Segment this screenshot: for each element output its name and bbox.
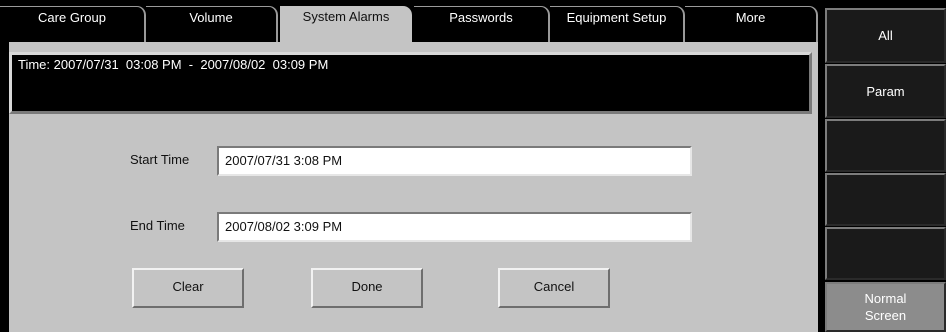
normal-screen-line1: Normal [864, 291, 907, 306]
tab-equipment-setup[interactable]: Equipment Setup [550, 6, 685, 42]
blank-side-button-2[interactable] [825, 173, 946, 226]
tab-care-group[interactable]: Care Group [0, 6, 146, 42]
done-button[interactable]: Done [311, 268, 423, 308]
start-time-field[interactable]: 2007/07/31 3:08 PM [217, 146, 692, 176]
blank-side-button-3[interactable] [825, 227, 946, 280]
time-range-text: Time: 2007/07/31 03:08 PM - 2007/08/02 0… [18, 57, 329, 72]
tab-passwords[interactable]: Passwords [414, 6, 550, 42]
normal-screen-line2: Screen [864, 308, 907, 323]
main-area: Care Group Volume System Alarms Password… [0, 0, 818, 332]
normal-screen-button[interactable]: Normal Screen [825, 282, 946, 332]
tab-strip: Care Group Volume System Alarms Password… [0, 0, 818, 42]
time-range-display: Time: 2007/07/31 03:08 PM - 2007/08/02 0… [9, 52, 812, 114]
system-alarms-panel: Time: 2007/07/31 03:08 PM - 2007/08/02 0… [9, 42, 818, 332]
tab-volume[interactable]: Volume [146, 6, 278, 42]
tab-more[interactable]: More [685, 6, 818, 42]
end-time-label: End Time [130, 218, 185, 233]
start-time-label: Start Time [130, 152, 190, 167]
end-time-field[interactable]: 2007/08/02 3:09 PM [217, 212, 692, 242]
all-button[interactable]: All [825, 8, 946, 63]
tab-system-alarms[interactable]: System Alarms [280, 6, 412, 42]
blank-side-button-1[interactable] [825, 119, 946, 172]
clear-button[interactable]: Clear [132, 268, 244, 308]
side-menu: All Param Normal Screen [818, 0, 946, 332]
param-button[interactable]: Param [825, 64, 946, 118]
cancel-button[interactable]: Cancel [498, 268, 610, 308]
